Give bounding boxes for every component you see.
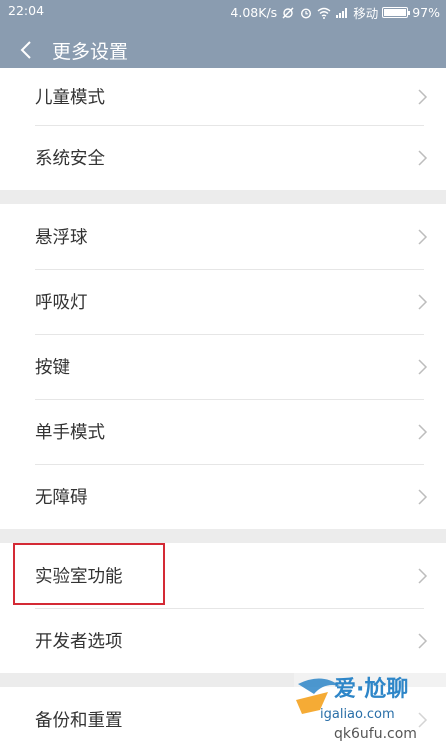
setting-label: 开发者选项	[35, 628, 123, 653]
sync-icon	[281, 7, 295, 19]
watermark-text-3: qk6ufu.com	[334, 726, 417, 742]
settings-group-2: 悬浮球 呼吸灯 按键 单手模式 无障碍	[0, 204, 446, 529]
signal-icon	[335, 7, 349, 19]
chevron-right-icon	[416, 567, 428, 585]
setting-label: 系统安全	[35, 145, 105, 170]
setting-accessibility[interactable]: 无障碍	[0, 464, 446, 529]
settings-list: 儿童模式 系统安全 悬浮球 呼吸灯 按键 单手模式 无障碍	[0, 78, 446, 752]
setting-label: 儿童模式	[35, 84, 105, 109]
settings-group-1: 儿童模式 系统安全	[0, 68, 446, 190]
setting-system-security[interactable]: 系统安全	[0, 125, 446, 190]
chevron-right-icon	[416, 488, 428, 506]
setting-breathing-light[interactable]: 呼吸灯	[0, 269, 446, 334]
setting-label: 单手模式	[35, 419, 105, 444]
setting-developer-options[interactable]: 开发者选项	[0, 608, 446, 673]
chevron-right-icon	[416, 358, 428, 376]
chevron-right-icon	[416, 149, 428, 167]
network-speed: 4.08K/s	[230, 5, 277, 20]
setting-label: 悬浮球	[35, 224, 88, 249]
setting-label: 按键	[35, 354, 70, 379]
chevron-right-icon	[416, 228, 428, 246]
carrier-label: 移动	[353, 3, 378, 22]
back-arrow-icon[interactable]	[17, 39, 37, 61]
chevron-right-icon	[416, 88, 428, 106]
chevron-right-icon	[416, 632, 428, 650]
alarm-icon	[299, 7, 313, 19]
group-divider	[0, 529, 446, 543]
setting-buttons[interactable]: 按键	[0, 334, 446, 399]
group-divider	[0, 190, 446, 204]
page-title: 更多设置	[52, 37, 128, 64]
battery-percent: 97%	[412, 5, 440, 20]
status-icons: 4.08K/s 移动 97%	[230, 3, 440, 22]
clock: 22:04	[8, 3, 44, 18]
setting-one-handed-mode[interactable]: 单手模式	[0, 399, 446, 464]
watermark-text-2: igaliao.com	[320, 707, 395, 722]
watermark-logo: 爱·尬聊 igaliao.com qk6ufu.com	[294, 670, 446, 742]
setting-label: 备份和重置	[35, 707, 123, 732]
chevron-right-icon	[416, 293, 428, 311]
setting-floating-ball[interactable]: 悬浮球	[0, 204, 446, 269]
chevron-right-icon	[416, 423, 428, 441]
watermark-text-1: 爱·尬聊	[334, 676, 408, 702]
wifi-icon	[317, 7, 331, 19]
status-bar: 22:04 4.08K/s 移动 97%	[0, 0, 446, 22]
setting-label: 呼吸灯	[35, 289, 88, 314]
highlight-box	[13, 543, 165, 605]
setting-children-mode[interactable]: 儿童模式	[0, 68, 446, 125]
battery-icon	[382, 7, 408, 18]
setting-label: 无障碍	[35, 484, 88, 509]
